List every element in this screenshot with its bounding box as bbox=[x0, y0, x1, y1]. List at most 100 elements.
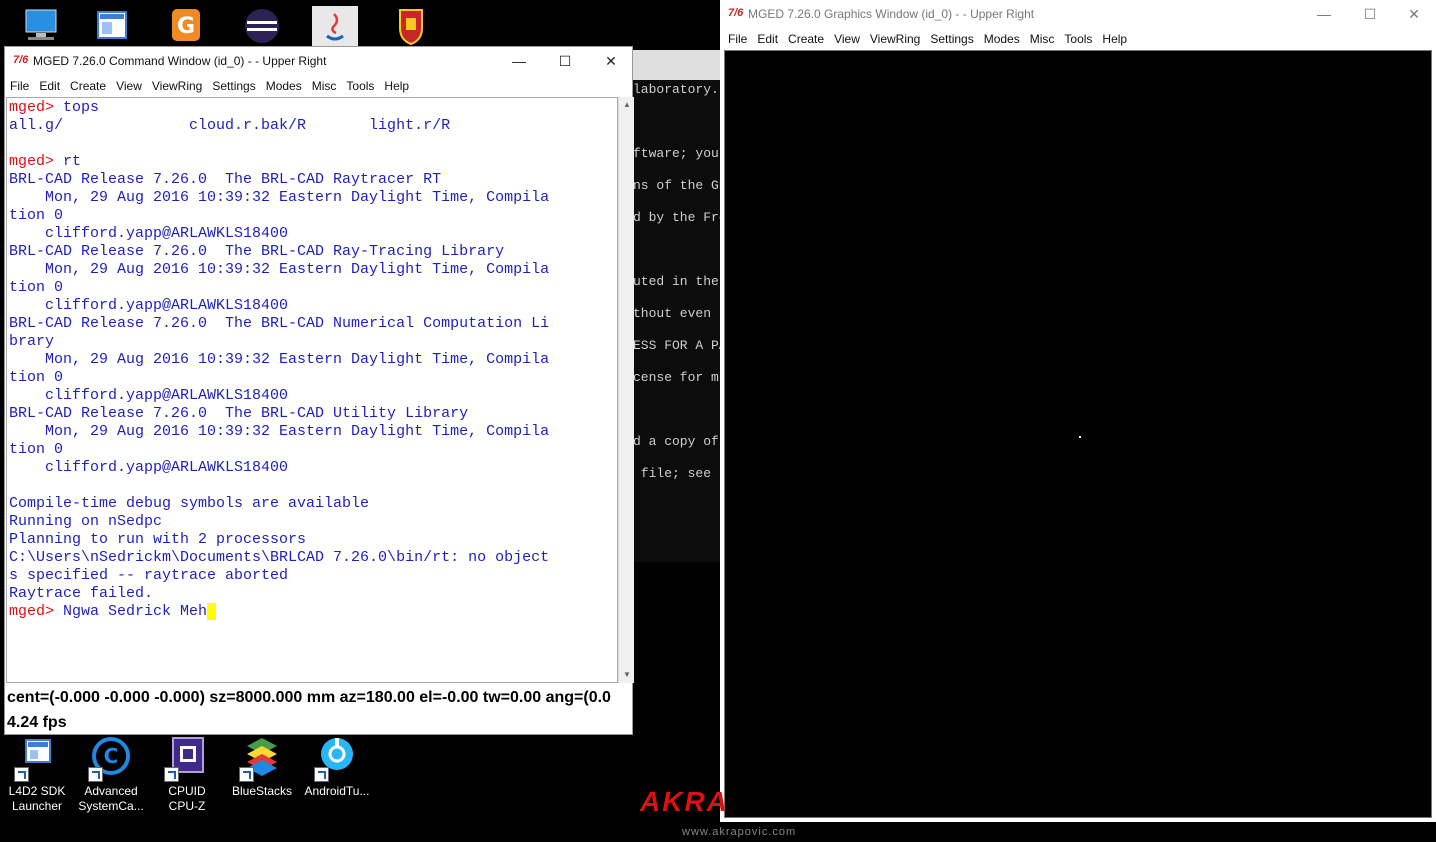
menu-file[interactable]: File bbox=[5, 75, 34, 97]
advanced-systemcare-icon: C bbox=[88, 736, 134, 782]
console-scrollbar[interactable]: ▲ ▼ bbox=[618, 97, 634, 683]
menu-view[interactable]: View bbox=[111, 75, 147, 97]
console-line-text: clifford.yapp@ARLAWKLS18400 bbox=[9, 297, 289, 314]
graphics-window-title: MGED 7.26.0 Graphics Window (id_0) - - U… bbox=[748, 7, 1035, 21]
menu-view[interactable]: View bbox=[829, 28, 865, 50]
background-terminal-line: file; see t bbox=[633, 466, 720, 481]
console-line: tion 0 bbox=[9, 369, 617, 387]
console-line: Mon, 29 Aug 2016 10:39:32 Eastern Daylig… bbox=[9, 351, 617, 369]
menu-create[interactable]: Create bbox=[65, 75, 111, 97]
wallpaper-brand: AKRA bbox=[640, 786, 729, 817]
console-line: clifford.yapp@ARLAWKLS18400 bbox=[9, 459, 617, 477]
menu-modes[interactable]: Modes bbox=[979, 28, 1025, 50]
console-line: clifford.yapp@ARLAWKLS18400 bbox=[9, 387, 617, 405]
console-line: tion 0 bbox=[9, 207, 617, 225]
desktop-icon-label: Launcher bbox=[11, 799, 63, 813]
menu-help[interactable]: Help bbox=[1097, 28, 1132, 50]
graphics-canvas[interactable] bbox=[724, 50, 1432, 818]
console-line-text: BRL-CAD Release 7.26.0 The BRL-CAD Ray-T… bbox=[9, 243, 505, 260]
background-terminal-line: d a copy of bbox=[633, 434, 719, 449]
menu-edit[interactable]: Edit bbox=[34, 75, 65, 97]
console-line: BRL-CAD Release 7.26.0 The BRL-CAD Numer… bbox=[9, 315, 617, 333]
background-terminal: laboratory. ftware; you ns of the GN d b… bbox=[633, 80, 720, 562]
androidtool-icon bbox=[314, 736, 360, 782]
menu-edit[interactable]: Edit bbox=[752, 28, 783, 50]
desktop-shortcut-bluestacks[interactable]: BlueStacks bbox=[225, 736, 299, 799]
console-input[interactable]: Ngwa Sedrick Meh bbox=[63, 603, 207, 620]
console-line-text: rt bbox=[63, 153, 82, 170]
command-console[interactable]: mged> tops all.g/ cloud.r.bak/R light.r/R… bbox=[6, 97, 618, 683]
java-icon[interactable] bbox=[298, 6, 372, 48]
desktop-shortcut-l4d2[interactable]: L4D2 SDK Launcher bbox=[0, 736, 74, 814]
background-terminal-line: d by the Fre bbox=[633, 210, 720, 225]
menu-tools[interactable]: Tools bbox=[1059, 28, 1097, 50]
background-terminal-line: uted in the bbox=[633, 274, 719, 289]
menu-misc[interactable]: Misc bbox=[307, 75, 342, 97]
console-line-text: tops bbox=[63, 99, 100, 116]
console-prompt: mged> bbox=[9, 153, 64, 170]
shortcut-arrow-icon bbox=[239, 767, 254, 782]
minimize-button[interactable]: — bbox=[1301, 0, 1347, 28]
desktop-shortcut-androidtool[interactable]: AndroidTu... bbox=[300, 736, 374, 799]
desktop-icon-label: CPU-Z bbox=[168, 799, 206, 813]
scroll-up-arrow-icon[interactable]: ▲ bbox=[619, 97, 635, 113]
menu-misc[interactable]: Misc bbox=[1025, 28, 1060, 50]
desktop-shortcut-cpuz[interactable]: CPUID CPU-Z bbox=[150, 736, 224, 814]
console-line-text: BRL-CAD Release 7.26.0 The BRL-CAD Numer… bbox=[9, 315, 550, 332]
console-line-text: Compile-time debug symbols are available bbox=[9, 495, 370, 512]
graphics-window-titlebar[interactable]: 7/6 MGED 7.26.0 Graphics Window (id_0) -… bbox=[720, 0, 1436, 28]
shortcut-arrow-icon bbox=[164, 767, 179, 782]
minimize-button[interactable]: — bbox=[496, 47, 542, 75]
bluestacks-icon bbox=[239, 736, 285, 782]
console-line-text: Mon, 29 Aug 2016 10:39:32 Eastern Daylig… bbox=[9, 261, 550, 278]
background-window-strip bbox=[633, 50, 720, 80]
shortcut-arrow-icon bbox=[88, 767, 103, 782]
console-line: BRL-CAD Release 7.26.0 The BRL-CAD Ray-T… bbox=[9, 243, 617, 261]
console-input-line[interactable]: mged> Ngwa Sedrick Meh bbox=[9, 603, 617, 621]
menu-viewring[interactable]: ViewRing bbox=[865, 28, 925, 50]
console-line-text: clifford.yapp@ARLAWKLS18400 bbox=[9, 225, 289, 242]
desktop-icon-label: L4D2 SDK bbox=[8, 784, 66, 798]
console-line-text: tion 0 bbox=[9, 279, 64, 296]
console-line-text: all.g/ cloud.r.bak/R light.r/R bbox=[9, 117, 451, 134]
console-line-text: tion 0 bbox=[9, 441, 64, 458]
tk-app-icon: 7/6 bbox=[728, 7, 744, 19]
menu-settings[interactable]: Settings bbox=[207, 75, 260, 97]
console-line: clifford.yapp@ARLAWKLS18400 bbox=[9, 297, 617, 315]
close-button[interactable]: ✕ bbox=[588, 47, 634, 75]
command-window-titlebar[interactable]: 7/6 MGED 7.26.0 Command Window (id_0) - … bbox=[5, 47, 632, 75]
desktop-shortcut-advanced-systemcare[interactable]: C Advanced SystemCa... bbox=[74, 736, 148, 814]
wallpaper-url: www.akrapovic.com bbox=[682, 826, 797, 838]
shortcut-arrow-icon bbox=[314, 767, 329, 782]
close-button[interactable]: ✕ bbox=[1391, 0, 1436, 28]
scroll-down-arrow-icon[interactable]: ▼ bbox=[619, 667, 635, 683]
console-line: Compile-time debug symbols are available bbox=[9, 495, 617, 513]
menu-settings[interactable]: Settings bbox=[925, 28, 978, 50]
console-line: mged> tops bbox=[9, 99, 617, 117]
background-terminal-line: ESS FOR A PA bbox=[633, 338, 720, 353]
console-line: Mon, 29 Aug 2016 10:39:32 Eastern Daylig… bbox=[9, 189, 617, 207]
svg-text:C: C bbox=[104, 744, 119, 768]
text-cursor bbox=[207, 603, 217, 620]
shortcut-arrow-icon bbox=[14, 767, 29, 782]
desktop-icon-label: SystemCa... bbox=[78, 799, 144, 813]
console-output: mged> tops all.g/ cloud.r.bak/R light.r/R… bbox=[9, 99, 617, 603]
view-status-line: cent=(-0.000 -0.000 -0.000) sz=8000.000 … bbox=[7, 689, 611, 706]
graphics-window: 7/6 MGED 7.26.0 Graphics Window (id_0) -… bbox=[720, 0, 1436, 822]
fps-readout: 4.24 fps bbox=[7, 714, 67, 731]
graphics-menubar: File Edit Create View ViewRing Settings Modes M… bbox=[720, 28, 1436, 50]
maximize-button[interactable]: ☐ bbox=[542, 47, 588, 75]
console-line-text: s specified -- raytrace aborted bbox=[9, 567, 289, 584]
console-line: tion 0 bbox=[9, 441, 617, 459]
console-line: tion 0 bbox=[9, 279, 617, 297]
menu-viewring[interactable]: ViewRing bbox=[147, 75, 207, 97]
background-terminal-line: laboratory. bbox=[633, 82, 719, 97]
desktop-icon-label: Advanced bbox=[84, 784, 138, 798]
menu-modes[interactable]: Modes bbox=[261, 75, 307, 97]
console-line-text: brary bbox=[9, 333, 55, 350]
menu-help[interactable]: Help bbox=[379, 75, 414, 97]
menu-file[interactable]: File bbox=[723, 28, 752, 50]
menu-tools[interactable]: Tools bbox=[341, 75, 379, 97]
menu-create[interactable]: Create bbox=[783, 28, 829, 50]
maximize-button[interactable]: ☐ bbox=[1347, 0, 1393, 28]
